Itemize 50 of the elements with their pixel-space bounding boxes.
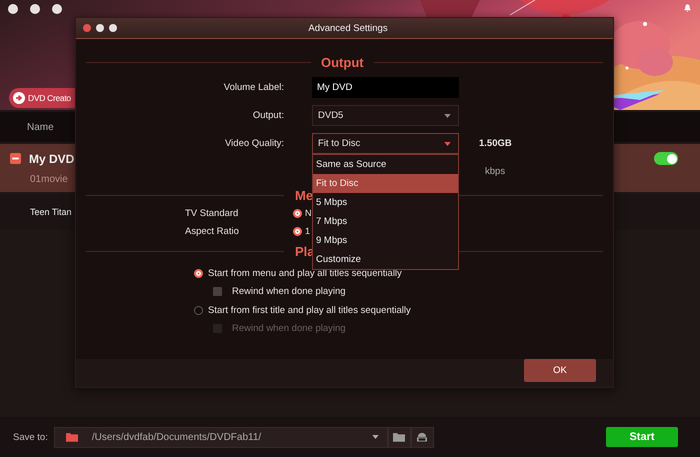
- section-heading: Me: [295, 188, 314, 202]
- field-label: Output:: [252, 110, 284, 121]
- field-label: Video Quality:: [224, 138, 284, 149]
- minimize-button[interactable]: [96, 24, 104, 32]
- option-label: Rewind when done playing: [232, 323, 346, 334]
- menu-item[interactable]: Fit to Disc: [313, 174, 458, 193]
- radio-button[interactable]: [293, 226, 302, 236]
- unit-label: kbps: [485, 166, 506, 177]
- size-value: 1.50GB: [479, 138, 512, 149]
- disc-icon: [416, 432, 428, 442]
- volume-label-field[interactable]: My DVD: [312, 77, 459, 98]
- output-select[interactable]: DVD5: [312, 105, 459, 126]
- option-label: Start from first title and play all titles sequentially: [208, 304, 411, 316]
- checkbox[interactable]: [213, 287, 222, 296]
- title-subtitle: 01movie: [30, 174, 68, 184]
- menu-item[interactable]: Same as Source: [313, 155, 458, 174]
- folder-icon: [66, 432, 78, 442]
- folder-icon: [393, 432, 406, 442]
- menu-item[interactable]: 9 Mbps: [313, 231, 458, 250]
- zoom-button[interactable]: [109, 24, 117, 32]
- creator-button[interactable]: DVD Creato: [9, 88, 75, 108]
- caret-icon: [444, 114, 451, 118]
- quality-select[interactable]: Fit to Disc: [312, 133, 459, 154]
- menu-item[interactable]: 7 Mbps: [313, 212, 458, 231]
- radio-label: 1: [305, 226, 310, 236]
- disc-button[interactable]: [410, 426, 434, 448]
- minus-icon[interactable]: [10, 153, 21, 164]
- radio-label: N: [305, 208, 312, 218]
- menu-item[interactable]: 5 Mbps: [313, 193, 458, 212]
- title-name: Teen Titan: [29, 207, 72, 217]
- toggle-switch[interactable]: [654, 152, 678, 165]
- arrow-icon: [13, 92, 25, 104]
- radio-button[interactable]: [194, 306, 203, 315]
- browse-button[interactable]: [388, 426, 411, 448]
- ok-button[interactable]: OK: [524, 359, 596, 382]
- option-label: Rewind when done playing: [232, 286, 346, 298]
- column-header: Name: [27, 122, 54, 132]
- radio-button[interactable]: [293, 208, 302, 218]
- path-field[interactable]: /Users/dvdfab/Documents/DVDFab11/: [54, 426, 388, 448]
- radio-button[interactable]: [194, 268, 203, 278]
- bell-icon[interactable]: [683, 3, 692, 13]
- section-heading: Output: [321, 54, 364, 70]
- field-label: Volume Label:: [222, 82, 284, 93]
- setting-label: Aspect Ratio: [185, 226, 240, 236]
- window-title: Advanced Settings: [308, 22, 388, 34]
- menu-item[interactable]: Customize: [313, 250, 458, 269]
- setting-label: TV Standard: [185, 208, 240, 218]
- caret-icon: [372, 435, 379, 439]
- title-name: My DVD: [29, 152, 74, 166]
- save-label: Save to:: [13, 432, 48, 442]
